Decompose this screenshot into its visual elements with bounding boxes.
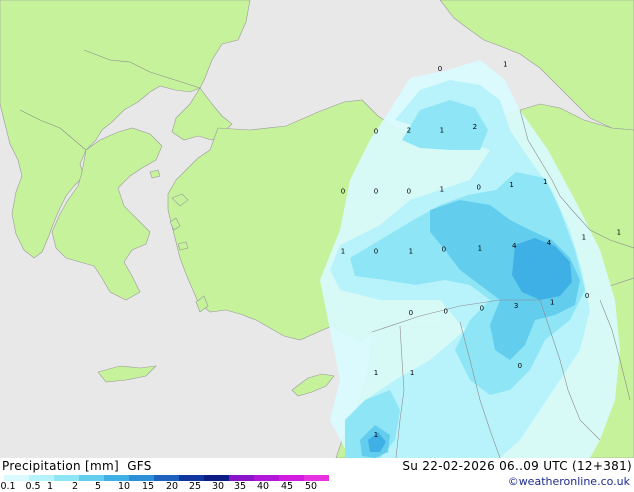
precip-value-label: 1 xyxy=(617,229,621,237)
precip-value-label: 0 xyxy=(518,362,522,370)
precip-value-label: 2 xyxy=(407,126,411,134)
colorbar-tick-label: 40 xyxy=(256,481,270,492)
precip-value-label: 1 xyxy=(440,185,444,193)
precip-value-label: 1 xyxy=(509,181,513,189)
precipitation-map: 0 1 0 2 1 2 0 0 0 1 0 1 1 1 0 1 0 1 4 4 1 1 0 0 0 3 1 0 0 1 1 1 xyxy=(0,0,634,458)
colorbar-tick-label: 5 xyxy=(94,481,102,492)
map-title: Precipitation [mm] GFS xyxy=(2,459,152,473)
colorbar-tick-label: 35 xyxy=(233,481,247,492)
precip-value-label: 0 xyxy=(442,245,446,253)
precip-value-label: 2 xyxy=(473,123,477,131)
precip-value-label: 0 xyxy=(585,292,589,300)
precip-value-label: 0 xyxy=(438,65,442,73)
credit-link[interactable]: ©weatheronline.co.uk xyxy=(508,475,630,488)
precip-value-label: 0 xyxy=(374,128,378,136)
precip-value-label: 1 xyxy=(374,369,378,377)
precip-value-label: 0 xyxy=(374,247,378,255)
precip-value-label: 1 xyxy=(409,247,413,255)
colorbar-tick-label: 10 xyxy=(117,481,131,492)
precip-value-label: 1 xyxy=(503,60,507,68)
colorbar-tick-label: 30 xyxy=(211,481,225,492)
colorbar-tick-label: 1 xyxy=(46,481,54,492)
precip-value-label: 1 xyxy=(440,126,444,134)
colorbar-tick-label: 45 xyxy=(280,481,294,492)
valid-time: Su 22-02-2026 06..09 UTC (12+381) xyxy=(402,459,632,473)
colorbar-tick-label: 20 xyxy=(165,481,179,492)
precip-value-label: 0 xyxy=(480,305,484,313)
precip-value-label: 1 xyxy=(543,178,547,186)
precip-value-label: 0 xyxy=(341,187,345,195)
precip-value-label: 1 xyxy=(582,234,586,242)
colorbar-tick-label: 0.1 xyxy=(0,481,16,492)
precip-value-label: 1 xyxy=(341,247,345,255)
precip-value-label: 1 xyxy=(550,299,554,307)
precip-value-label: 1 xyxy=(410,369,414,377)
colorbar-tick-label: 2 xyxy=(71,481,79,492)
precip-value-label: 0 xyxy=(409,309,413,317)
colorbar-tick-label: 15 xyxy=(141,481,155,492)
precip-value-label: 3 xyxy=(514,302,518,310)
legend-footer: Precipitation [mm] GFS Su 22-02-2026 06.… xyxy=(0,458,634,492)
colorbar-tick-label: 0.5 xyxy=(25,481,41,492)
colorbar-tick-label: 25 xyxy=(188,481,202,492)
model-label: GFS xyxy=(127,459,152,473)
variable-label: Precipitation [mm] xyxy=(2,459,119,473)
precip-value-label: 1 xyxy=(374,431,378,439)
precip-value-label: 0 xyxy=(443,307,447,315)
precip-value-label: 4 xyxy=(512,242,517,250)
precip-value-label: 4 xyxy=(547,239,552,247)
precip-value-label: 0 xyxy=(407,187,411,195)
precip-value-label: 0 xyxy=(374,187,378,195)
precip-value-label: 1 xyxy=(478,245,482,253)
colorbar-tick-label: 50 xyxy=(304,481,318,492)
precip-value-label: 0 xyxy=(476,184,480,192)
